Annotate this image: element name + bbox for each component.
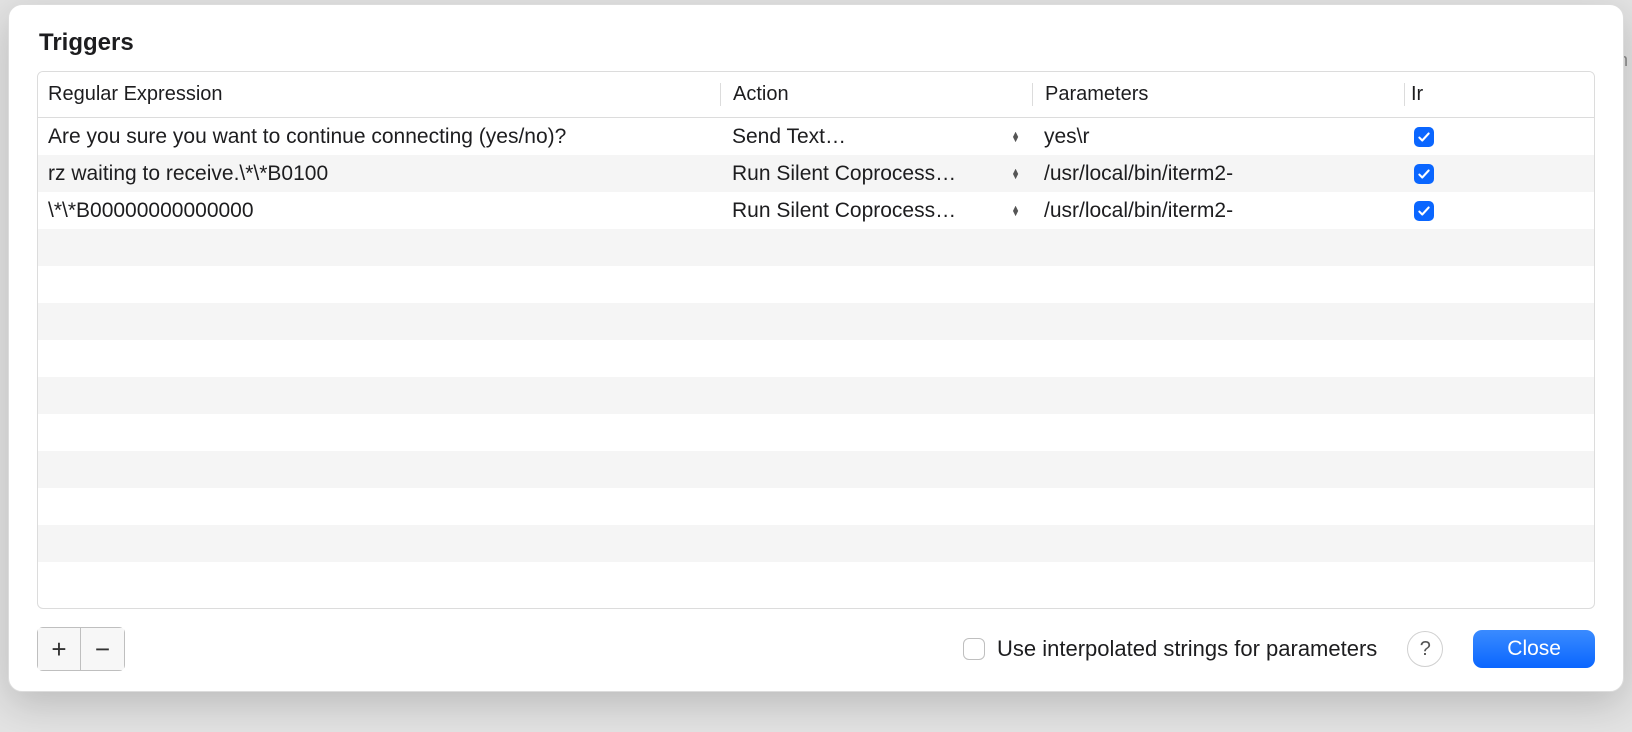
plus-icon: + (51, 634, 66, 665)
add-button[interactable]: + (37, 627, 81, 671)
checkbox-icon (963, 638, 985, 660)
cell-ir[interactable] (1404, 127, 1444, 147)
table-row (38, 229, 1594, 266)
cell-params[interactable]: yes\r (1032, 125, 1404, 149)
table-row (38, 266, 1594, 303)
help-button[interactable]: ? (1407, 631, 1443, 667)
column-header-ir[interactable]: Ir (1404, 83, 1444, 106)
popup-stepper-icon: ▲▼ (1011, 169, 1020, 179)
page-title: Triggers (39, 29, 1595, 57)
cell-regex[interactable]: rz waiting to receive.\*\*B0100 (38, 162, 720, 186)
interpolated-strings-label: Use interpolated strings for parameters (997, 636, 1377, 662)
cell-regex[interactable]: Are you sure you want to continue connec… (38, 125, 720, 149)
cell-params[interactable]: /usr/local/bin/iterm2- (1032, 199, 1404, 223)
table-row (38, 414, 1594, 451)
table-row (38, 303, 1594, 340)
remove-button[interactable]: − (81, 627, 125, 671)
table-body: Are you sure you want to continue connec… (38, 118, 1594, 608)
close-button[interactable]: Close (1473, 630, 1595, 668)
triggers-sheet: Triggers Regular Expression Action Param… (8, 4, 1624, 692)
table-row (38, 377, 1594, 414)
cell-action[interactable]: Send Text… ▲▼ (720, 125, 1032, 149)
column-header-regex[interactable]: Regular Expression (38, 83, 720, 106)
cell-ir[interactable] (1404, 201, 1444, 221)
cell-action[interactable]: Run Silent Coprocess… ▲▼ (720, 162, 1032, 186)
table-row[interactable]: \*\*B00000000000000Run Silent Coprocess…… (38, 192, 1594, 229)
table-row[interactable]: rz waiting to receive.\*\*B0100Run Silen… (38, 155, 1594, 192)
table-row (38, 340, 1594, 377)
table-row (38, 488, 1594, 525)
table-row (38, 525, 1594, 562)
cell-ir[interactable] (1404, 164, 1444, 184)
dialog-footer: + − Use interpolated strings for paramet… (37, 627, 1595, 671)
checkmark-icon (1414, 127, 1434, 147)
column-header-action[interactable]: Action (720, 83, 1032, 106)
action-label: Send Text… (732, 125, 846, 149)
action-label: Run Silent Coprocess… (732, 199, 956, 223)
column-header-params[interactable]: Parameters (1032, 83, 1404, 106)
triggers-table: Regular Expression Action Parameters Ir … (37, 71, 1595, 609)
table-row[interactable]: Are you sure you want to continue connec… (38, 118, 1594, 155)
interpolated-strings-checkbox[interactable]: Use interpolated strings for parameters (963, 636, 1377, 662)
add-remove-group: + − (37, 627, 125, 671)
popup-stepper-icon: ▲▼ (1011, 132, 1020, 142)
table-row (38, 451, 1594, 488)
cell-action[interactable]: Run Silent Coprocess… ▲▼ (720, 199, 1032, 223)
checkmark-icon (1414, 164, 1434, 184)
cell-regex[interactable]: \*\*B00000000000000 (38, 199, 720, 223)
cell-params[interactable]: /usr/local/bin/iterm2- (1032, 162, 1404, 186)
minus-icon: − (95, 634, 110, 665)
checkmark-icon (1414, 201, 1434, 221)
popup-stepper-icon: ▲▼ (1011, 206, 1020, 216)
question-icon: ? (1420, 638, 1431, 661)
table-header: Regular Expression Action Parameters Ir (38, 72, 1594, 118)
action-label: Run Silent Coprocess… (732, 162, 956, 186)
